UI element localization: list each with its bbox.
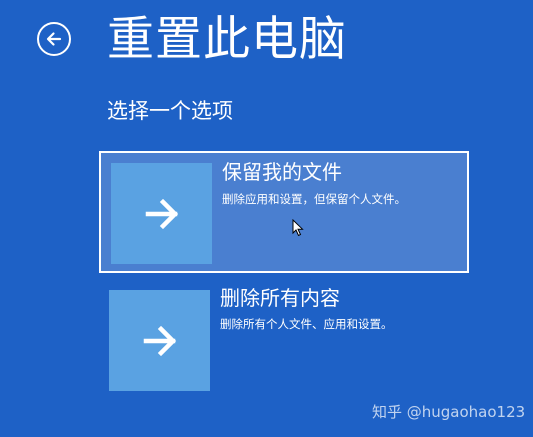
watermark: 知乎 @hugaohao123 [372, 403, 526, 421]
option-title: 删除所有内容 [220, 286, 340, 310]
option-keep-my-files[interactable]: 保留我的文件 删除应用和设置，但保留个人文件。 [99, 151, 469, 273]
option-description: 删除应用和设置，但保留个人文件。 [222, 192, 406, 206]
option-remove-everything[interactable]: 删除所有内容 删除所有个人文件、应用和设置。 [99, 284, 469, 392]
back-arrow-icon [46, 32, 62, 46]
arrow-right-icon [145, 198, 178, 229]
arrow-right-icon [143, 325, 176, 356]
mouse-cursor-icon [292, 219, 304, 237]
option-tile [109, 290, 210, 391]
option-tile [111, 163, 212, 264]
back-button[interactable] [37, 22, 71, 56]
option-description: 删除所有个人文件、应用和设置。 [220, 317, 393, 331]
page-title: 重置此电脑 [107, 12, 347, 67]
option-title: 保留我的文件 [222, 160, 342, 184]
page-subtitle: 选择一个选项 [107, 99, 233, 123]
